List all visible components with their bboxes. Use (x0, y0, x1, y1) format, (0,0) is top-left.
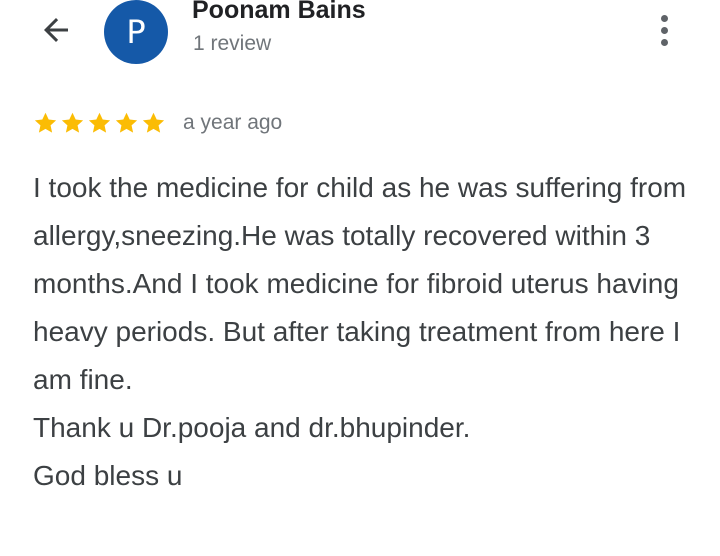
review-paragraph: God bless u (33, 460, 183, 491)
back-button[interactable] (30, 8, 82, 52)
more-vert-icon-dot (660, 38, 668, 46)
review-paragraph: I took the medicine for child as he was … (33, 172, 687, 395)
review-count: 1 review (193, 32, 272, 55)
review-text: I took the medicine for child as he was … (33, 164, 699, 500)
star-icon (142, 112, 165, 133)
review-header: P Poonam Bains 1 review (0, 0, 720, 80)
reviewer-name[interactable]: Poonam Bains (192, 0, 366, 25)
avatar[interactable]: P (104, 0, 168, 64)
arrow-back-icon (44, 18, 68, 42)
review-time: a year ago (183, 111, 283, 134)
star-rating (32, 110, 167, 136)
more-vert-icon (660, 14, 668, 22)
more-options-button[interactable] (646, 10, 682, 50)
avatar-letter: P (126, 13, 146, 51)
star-icon (88, 112, 111, 133)
review-paragraph: Thank u Dr.pooja and dr.bhupinder. (33, 412, 471, 443)
more-vert-icon-dot (660, 26, 668, 34)
rating-row: a year ago (32, 106, 282, 140)
star-icon (61, 112, 84, 133)
star-icon (34, 112, 57, 133)
star-icon (115, 112, 138, 133)
